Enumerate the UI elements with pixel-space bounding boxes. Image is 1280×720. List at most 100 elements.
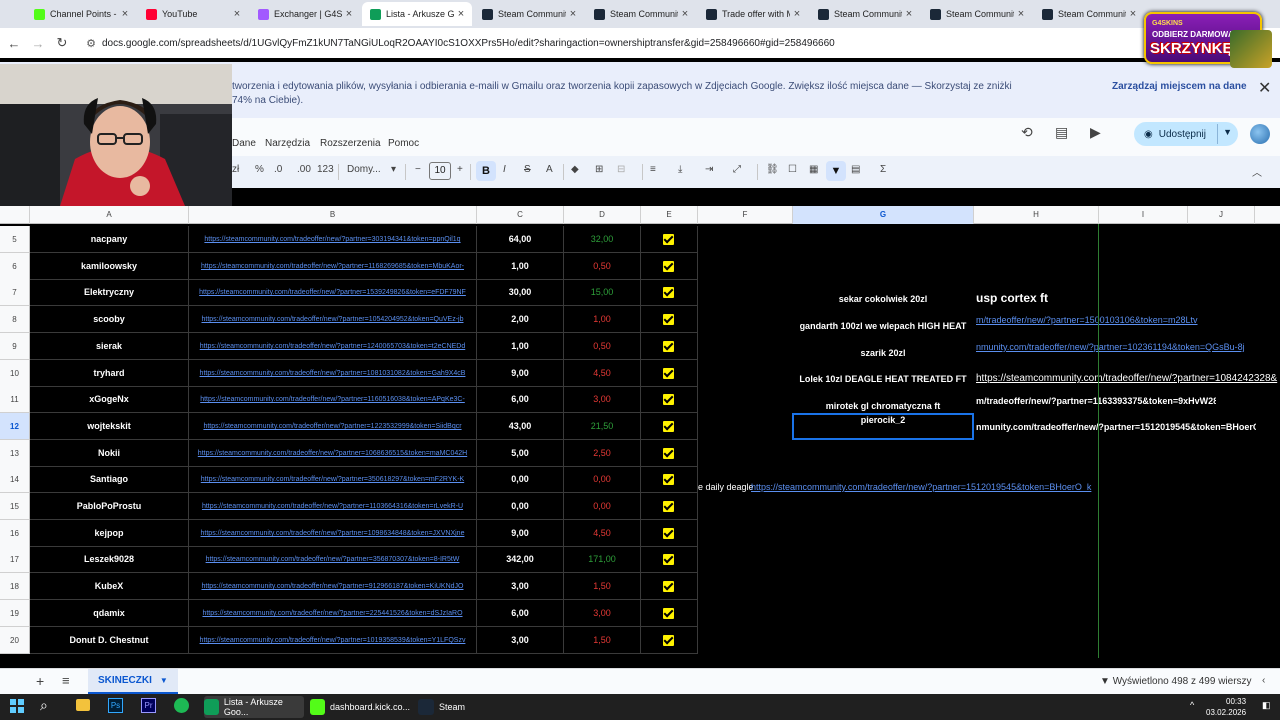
- value-cell[interactable]: 342,00: [477, 546, 564, 573]
- name-cell[interactable]: Leszek9028: [30, 546, 189, 573]
- close-tab-icon[interactable]: ×: [790, 8, 804, 20]
- checkbox-cell[interactable]: [641, 306, 698, 333]
- browser-tab[interactable]: Steam Community ×: [810, 2, 920, 26]
- trade-link-cell[interactable]: https://steamcommunity.com/tradeoffer/ne…: [189, 466, 477, 493]
- chevron-down-icon[interactable]: ▼: [1223, 127, 1232, 137]
- borders-icon[interactable]: ⊞: [595, 164, 603, 175]
- meet-icon[interactable]: ▶: [1090, 124, 1101, 141]
- trade-link-cell[interactable]: https://steamcommunity.com/tradeoffer/ne…: [189, 600, 477, 627]
- comment-icon[interactable]: ▤: [1055, 124, 1068, 141]
- row-header[interactable]: 16: [0, 520, 30, 547]
- value-cell[interactable]: 43,00: [477, 413, 564, 440]
- trade-link[interactable]: https://steamcommunity.com/tradeoffer/ne…: [751, 482, 1101, 492]
- checkbox-checked-icon[interactable]: [663, 635, 674, 646]
- browser-tab[interactable]: Channel Points - K ×: [26, 2, 136, 26]
- row-header[interactable]: 15: [0, 493, 30, 520]
- browser-tab[interactable]: Steam Community ×: [586, 2, 696, 26]
- checkbox-cell[interactable]: [641, 600, 698, 627]
- menu-help[interactable]: Pomoc: [388, 138, 419, 149]
- checkbox-cell[interactable]: [641, 546, 698, 573]
- trade-link[interactable]: https://steamcommunity.com/tradeoffer/ne…: [976, 373, 1278, 384]
- menu-tools[interactable]: Narzędzia: [265, 138, 310, 149]
- name-cell[interactable]: scooby: [30, 306, 189, 333]
- chevron-up-icon[interactable]: ︿: [1252, 164, 1262, 179]
- checkbox-checked-icon[interactable]: [663, 528, 674, 539]
- checkbox-cell[interactable]: [641, 466, 698, 493]
- name-cell[interactable]: wojtekskit: [30, 413, 189, 440]
- browser-tab[interactable]: Trade offer with M ×: [698, 2, 808, 26]
- trade-link-cell[interactable]: https://steamcommunity.com/tradeoffer/ne…: [189, 573, 477, 600]
- trade-link-cell[interactable]: https://steamcommunity.com/tradeoffer/ne…: [189, 520, 477, 547]
- percent-format-button[interactable]: %: [255, 164, 264, 175]
- checkbox-checked-icon[interactable]: [663, 501, 674, 512]
- column-header[interactable]: G: [793, 206, 974, 224]
- checkbox-checked-icon[interactable]: [663, 608, 674, 619]
- value-cell[interactable]: 9,00: [477, 360, 564, 387]
- half-value-cell[interactable]: 21,50: [564, 413, 641, 440]
- half-value-cell[interactable]: 1,50: [564, 573, 641, 600]
- trade-link-cell[interactable]: https://steamcommunity.com/tradeoffer/ne…: [189, 386, 477, 413]
- checkbox-cell[interactable]: [641, 226, 698, 253]
- add-sheet-button[interactable]: +: [36, 673, 44, 689]
- close-tab-icon[interactable]: ×: [230, 8, 244, 20]
- half-value-cell[interactable]: 4,50: [564, 360, 641, 387]
- column-header[interactable]: B: [189, 206, 477, 224]
- name-cell[interactable]: kejpop: [30, 520, 189, 547]
- value-cell[interactable]: 0,00: [477, 493, 564, 520]
- checkbox-cell[interactable]: [641, 253, 698, 280]
- value-cell[interactable]: 2,00: [477, 306, 564, 333]
- close-tab-icon[interactable]: ×: [566, 8, 580, 20]
- row-header[interactable]: 7: [0, 279, 30, 306]
- half-value-cell[interactable]: 3,00: [564, 600, 641, 627]
- name-cell[interactable]: KubeX: [30, 573, 189, 600]
- decrease-decimal-button[interactable]: .0: [274, 164, 282, 175]
- name-cell[interactable]: tryhard: [30, 360, 189, 387]
- selected-cell[interactable]: [792, 413, 974, 440]
- bold-button[interactable]: B: [476, 161, 496, 181]
- column-header[interactable]: C: [477, 206, 564, 224]
- trade-link-text[interactable]: m/tradeoffer/new/?partner=1163393375&tok…: [976, 396, 1216, 406]
- link-icon[interactable]: ⛓: [766, 164, 779, 175]
- note-cell[interactable]: szarik 20zl: [792, 348, 974, 358]
- row-header[interactable]: 20: [0, 627, 30, 654]
- browser-tab[interactable]: Exchanger | G4Skin×: [250, 2, 360, 26]
- notification-icon[interactable]: ◧: [1262, 700, 1271, 711]
- row-header[interactable]: 12: [0, 413, 30, 440]
- checkbox-checked-icon[interactable]: [663, 554, 674, 565]
- half-value-cell[interactable]: 0,00: [564, 493, 641, 520]
- trade-link[interactable]: m/tradeoffer/new/?partner=1500103106&tok…: [976, 315, 1206, 325]
- close-icon[interactable]: ✕: [1258, 78, 1271, 98]
- forward-icon[interactable]: →: [28, 33, 48, 53]
- italic-button[interactable]: I: [503, 164, 506, 175]
- chevron-left-icon[interactable]: ‹: [1262, 675, 1265, 686]
- row-header[interactable]: 18: [0, 573, 30, 600]
- number-format-button[interactable]: 123: [317, 164, 334, 175]
- half-value-cell[interactable]: 15,00: [564, 279, 641, 306]
- filter-icon[interactable]: ▼: [826, 161, 846, 181]
- trade-link-cell[interactable]: https://steamcommunity.com/tradeoffer/ne…: [189, 413, 477, 440]
- checkbox-checked-icon[interactable]: [663, 341, 674, 352]
- column-header[interactable]: E: [641, 206, 698, 224]
- photoshop-icon[interactable]: Ps: [108, 698, 123, 713]
- column-header[interactable]: J: [1188, 206, 1255, 224]
- browser-tab[interactable]: Steam Community ×: [1034, 2, 1144, 26]
- note-cell[interactable]: mirotek gl chromatyczna ft: [792, 401, 974, 411]
- half-value-cell[interactable]: 171,00: [564, 546, 641, 573]
- browser-tab[interactable]: Lista - Arkusze Go ×: [362, 2, 472, 26]
- name-cell[interactable]: xGogeNx: [30, 386, 189, 413]
- value-cell[interactable]: 5,00: [477, 440, 564, 467]
- note-cell[interactable]: gandarth 100zl we wlepach HIGH HEAT: [792, 321, 974, 331]
- row-header[interactable]: 10: [0, 360, 30, 387]
- name-cell[interactable]: PabloPoProstu: [30, 493, 189, 520]
- value-cell[interactable]: 6,00: [477, 600, 564, 627]
- name-cell[interactable]: Donut D. Chestnut: [30, 627, 189, 654]
- note-cell-usp[interactable]: usp cortex ft: [976, 291, 1176, 305]
- name-cell[interactable]: sierak: [30, 333, 189, 360]
- close-tab-icon[interactable]: ×: [118, 8, 132, 20]
- column-header[interactable]: I: [1099, 206, 1188, 224]
- checkbox-checked-icon[interactable]: [663, 314, 674, 325]
- half-value-cell[interactable]: 4,50: [564, 520, 641, 547]
- windows-start-icon[interactable]: [10, 699, 24, 713]
- row-header[interactable]: 19: [0, 600, 30, 627]
- avatar[interactable]: [1250, 124, 1270, 144]
